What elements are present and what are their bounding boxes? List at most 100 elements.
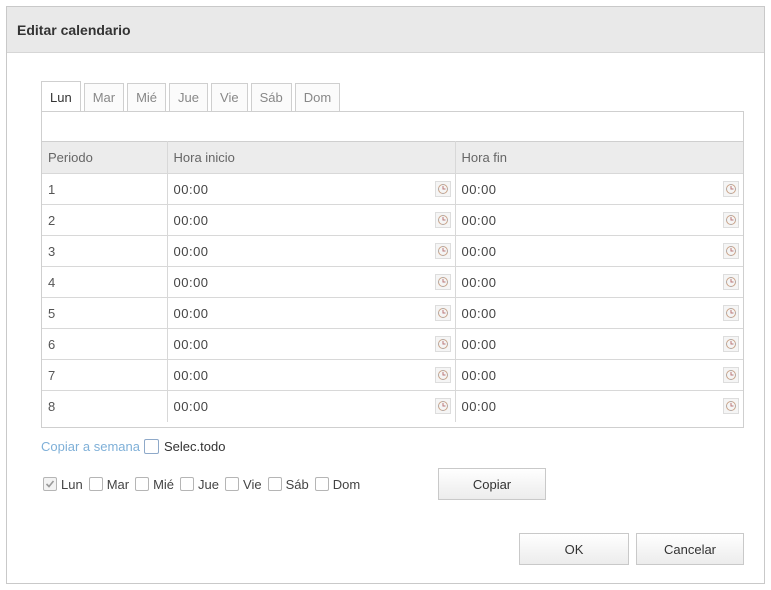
table-row: 8 00:00 00:00 <box>42 390 743 422</box>
clock-icon[interactable] <box>434 243 451 259</box>
clock-icon[interactable] <box>723 336 739 352</box>
end-time-value: 00:00 <box>461 181 497 197</box>
day-checkbox[interactable] <box>43 477 57 491</box>
period-cell: 2 <box>42 204 168 236</box>
dialog-title: Editar calendario <box>7 7 764 53</box>
schedule-table: Periodo Hora inicio Hora fin 1 00:00 00:00… <box>42 141 743 422</box>
clock-icon[interactable] <box>723 398 739 414</box>
table-row: 3 00:00 00:00 <box>42 235 743 267</box>
copy-day-5: Sáb <box>267 476 309 492</box>
clock-icon[interactable] <box>434 212 451 228</box>
copy-day-3: Jue <box>180 477 219 492</box>
copy-day-2: Mié <box>135 477 174 492</box>
clock-icon[interactable] <box>723 305 739 321</box>
end-time-field[interactable]: 00:00 <box>454 297 743 329</box>
end-time-value: 00:00 <box>461 305 497 321</box>
day-checkbox[interactable] <box>314 477 329 491</box>
clock-icon[interactable] <box>434 181 451 197</box>
header-start-time: Hora inicio <box>166 141 456 174</box>
tab-vie[interactable]: Vie <box>211 83 248 111</box>
copy-day-4: Vie <box>225 477 262 492</box>
tab-lun[interactable]: Lun <box>41 81 81 112</box>
end-time-field[interactable]: 00:00 <box>454 173 743 205</box>
tab-sab[interactable]: Sáb <box>250 83 292 111</box>
header-period: Periodo <box>42 141 168 174</box>
start-time-field[interactable]: 00:00 <box>166 204 456 236</box>
table-row: 7 00:00 00:00 <box>42 359 743 391</box>
start-time-field[interactable]: 00:00 <box>166 297 456 329</box>
copy-day-0: Lun <box>43 477 83 492</box>
end-time-value: 00:00 <box>461 212 497 228</box>
period-cell: 8 <box>42 390 168 422</box>
tab-jue[interactable]: Jue <box>169 83 209 111</box>
start-time-value: 00:00 <box>173 398 209 414</box>
start-time-field[interactable]: 00:00 <box>166 173 456 205</box>
start-time-field[interactable]: 00:00 <box>166 390 456 422</box>
period-cell: 1 <box>42 173 168 205</box>
copy-to-week-link[interactable]: Copiar a semana <box>41 439 140 454</box>
day-checkbox[interactable] <box>225 477 240 491</box>
start-time-value: 00:00 <box>173 212 209 228</box>
day-checkbox[interactable] <box>135 477 150 491</box>
day-label: Mié <box>153 476 175 492</box>
day-label: Lun <box>61 476 83 492</box>
start-time-field[interactable]: 00:00 <box>166 328 456 360</box>
clock-icon[interactable] <box>434 336 451 352</box>
end-time-field[interactable]: 00:00 <box>454 359 743 391</box>
ok-button[interactable]: OK <box>519 533 629 565</box>
start-time-value: 00:00 <box>173 336 209 352</box>
header-end-time: Hora fin <box>454 141 743 174</box>
tab-mie[interactable]: Mié <box>127 83 167 111</box>
cancel-button[interactable]: Cancelar <box>636 533 744 565</box>
day-checkbox[interactable] <box>180 477 195 491</box>
day-label: Sáb <box>285 476 309 492</box>
clock-icon[interactable] <box>723 243 739 259</box>
select-all-checkbox[interactable] <box>144 438 159 454</box>
period-cell: 6 <box>42 328 168 360</box>
period-cell: 5 <box>42 297 168 329</box>
end-time-field[interactable]: 00:00 <box>454 390 743 422</box>
start-time-field[interactable]: 00:00 <box>166 235 456 267</box>
table-row: 4 00:00 00:00 <box>42 266 743 298</box>
day-label: Mar <box>106 476 130 492</box>
schedule-panel: Periodo Hora inicio Hora fin 1 00:00 00:00… <box>41 111 744 428</box>
tab-mar[interactable]: Mar <box>83 83 125 111</box>
end-time-value: 00:00 <box>461 243 497 259</box>
clock-icon[interactable] <box>434 398 451 414</box>
start-time-value: 00:00 <box>173 367 209 383</box>
clock-icon[interactable] <box>723 274 739 290</box>
start-time-field[interactable]: 00:00 <box>166 359 456 391</box>
end-time-value: 00:00 <box>461 274 497 290</box>
clock-icon[interactable] <box>723 181 739 197</box>
tab-dom[interactable]: Dom <box>294 83 341 111</box>
select-all-label: Selec.todo <box>164 438 226 454</box>
copy-to-week-row: Copiar a semana Selec.todo <box>41 437 225 455</box>
period-cell: 4 <box>42 266 168 298</box>
end-time-field[interactable]: 00:00 <box>454 204 743 236</box>
copy-button[interactable]: Copiar <box>438 468 546 500</box>
day-checkbox[interactable] <box>88 477 103 491</box>
period-cell: 3 <box>42 235 168 267</box>
day-label: Vie <box>243 476 262 492</box>
table-row: 1 00:00 00:00 <box>42 173 743 205</box>
period-cell: 7 <box>42 359 168 391</box>
end-time-field[interactable]: 00:00 <box>454 328 743 360</box>
copy-day-1: Mar <box>88 476 130 492</box>
start-time-value: 00:00 <box>173 274 209 290</box>
clock-icon[interactable] <box>434 305 451 321</box>
table-row: 6 00:00 00:00 <box>42 328 743 360</box>
table-row: 2 00:00 00:00 <box>42 204 743 236</box>
end-time-field[interactable]: 00:00 <box>454 235 743 267</box>
clock-icon[interactable] <box>434 367 451 383</box>
end-time-value: 00:00 <box>461 367 497 383</box>
start-time-field[interactable]: 00:00 <box>166 266 456 298</box>
end-time-value: 00:00 <box>461 398 497 414</box>
clock-icon[interactable] <box>723 367 739 383</box>
copy-day-6: Dom <box>314 477 360 492</box>
clock-icon[interactable] <box>723 212 739 228</box>
copy-days: Lun Mar Mié Jue Vie Sáb Dom <box>43 474 366 494</box>
end-time-field[interactable]: 00:00 <box>454 266 743 298</box>
clock-icon[interactable] <box>434 274 451 290</box>
edit-calendar-dialog: Editar calendario Lun Mar Mié Jue Vie Sá… <box>6 6 765 584</box>
day-checkbox[interactable] <box>267 477 282 491</box>
